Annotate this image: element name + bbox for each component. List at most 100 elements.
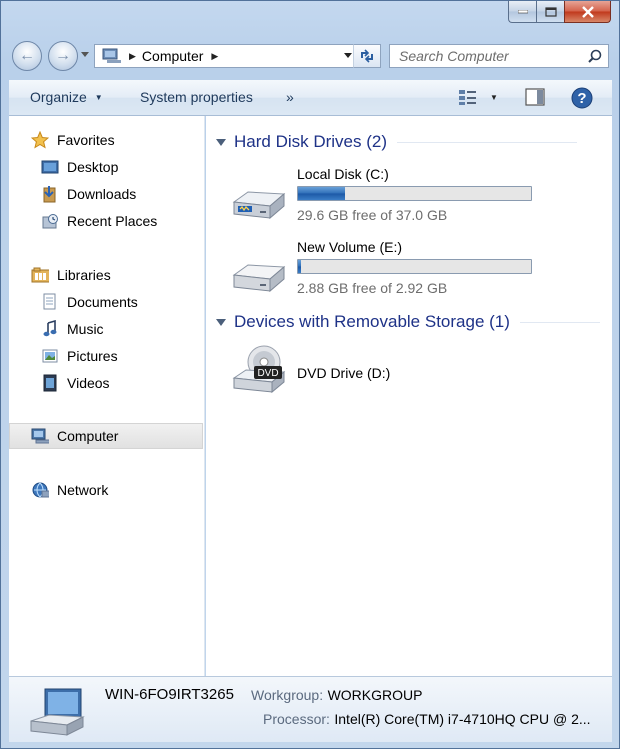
processor-row: Processor: Intel(R) Core(TM) i7-4710HQ C…: [263, 711, 591, 729]
nav-pictures[interactable]: Pictures: [41, 346, 118, 366]
details-pane: WIN-6FO9IRT3265 Workgroup: WORKGROUP Pro…: [9, 676, 612, 742]
system-properties-button[interactable]: System properties: [140, 89, 253, 105]
close-icon: [581, 5, 594, 18]
processor-label: Processor:: [263, 711, 330, 727]
nav-documents[interactable]: Documents: [41, 292, 138, 312]
breadcrumb-separator-icon: ▶: [129, 50, 136, 61]
downloads-icon: [41, 185, 59, 203]
hard-drive-e-icon[interactable]: [230, 257, 286, 300]
drive-c-usage-bar: [297, 186, 532, 201]
nav-downloads-label: Downloads: [67, 186, 137, 202]
drive-c-free-space: 29.6 GB free of 37.0 GB: [297, 207, 448, 223]
nav-desktop[interactable]: Desktop: [41, 157, 118, 177]
nav-libraries[interactable]: Libraries: [31, 265, 111, 285]
pictures-icon: [41, 347, 59, 365]
network-icon: [31, 481, 49, 499]
nav-music-label: Music: [67, 321, 104, 337]
star-icon: [31, 131, 49, 149]
videos-icon: [41, 374, 59, 392]
group-divider: [519, 321, 600, 323]
back-arrow-icon: ←: [19, 47, 35, 64]
nav-downloads[interactable]: Downloads: [41, 184, 136, 204]
minimize-button[interactable]: [508, 1, 536, 23]
nav-videos-label: Videos: [67, 375, 110, 391]
maximize-button[interactable]: [536, 1, 564, 23]
more-commands-button[interactable]: »: [286, 89, 294, 105]
drive-e-usage-fill: [298, 260, 302, 273]
breadcrumb-chevron-icon[interactable]: ▶: [211, 51, 218, 62]
forward-button[interactable]: →: [48, 41, 78, 71]
group-removable-storage[interactable]: Devices with Removable Storage (1): [216, 312, 600, 332]
recent-places-icon: [41, 212, 59, 230]
nav-computer-label: Computer: [57, 428, 119, 444]
breadcrumb-computer[interactable]: Computer: [142, 48, 203, 64]
refresh-button[interactable]: [353, 44, 381, 68]
explorer-window: ← → ▶ Computer ▶ Organize ▼ System prope…: [0, 0, 620, 749]
command-bar: Organize ▼ System properties » ▼ ?: [9, 80, 612, 116]
dvd-drive-name[interactable]: DVD Drive (D:): [297, 365, 390, 381]
computer-name: WIN-6FO9IRT3265: [105, 686, 234, 703]
group-hard-disk-drives-label: Hard Disk Drives (2): [234, 132, 388, 151]
documents-icon: [41, 293, 59, 311]
search-icon[interactable]: [588, 49, 602, 63]
processor-value: Intel(R) Core(TM) i7-4710HQ CPU @ 2...: [334, 711, 591, 727]
drive-c-usage-fill: [298, 187, 345, 200]
hard-drive-c-icon[interactable]: [230, 184, 286, 227]
nav-videos[interactable]: Videos: [41, 373, 110, 393]
content-pane: Hard Disk Drives (2) Local Disk (C:) 29.…: [206, 116, 612, 676]
minimize-icon: [517, 9, 528, 13]
nav-recent-places[interactable]: Recent Places: [41, 211, 157, 231]
drive-e-usage-bar: [297, 259, 532, 274]
view-chevron-down-icon[interactable]: ▼: [490, 93, 498, 102]
address-bar[interactable]: ▶ Computer ▶: [94, 44, 381, 68]
computer-large-icon: [29, 687, 85, 742]
dvd-icon-label: DVD: [257, 368, 278, 379]
workgroup-value: WORKGROUP: [327, 687, 423, 703]
desktop-icon: [41, 158, 59, 176]
organize-chevron-down-icon: ▼: [94, 93, 103, 102]
libraries-icon: [31, 266, 49, 284]
search-box[interactable]: [389, 44, 609, 68]
nav-computer[interactable]: Computer: [31, 426, 118, 446]
preview-pane-icon: [525, 88, 545, 106]
nav-music[interactable]: Music: [41, 319, 104, 339]
recent-pages-dropdown[interactable]: [81, 52, 89, 57]
view-details-icon: [459, 90, 476, 105]
address-dropdown-icon[interactable]: [344, 53, 352, 58]
maximize-icon: [544, 6, 557, 17]
drive-e-free-space: 2.88 GB free of 2.92 GB: [297, 280, 448, 296]
collapse-triangle-icon: [216, 318, 226, 326]
help-button[interactable]: ?: [571, 87, 593, 114]
group-hard-disk-drives[interactable]: Hard Disk Drives (2): [216, 132, 578, 152]
refresh-icon: [361, 49, 373, 63]
organize-label: Organize: [30, 89, 87, 105]
nav-documents-label: Documents: [67, 294, 138, 310]
nav-libraries-label: Libraries: [57, 267, 111, 283]
computer-small-icon: [101, 48, 123, 64]
back-button[interactable]: ←: [12, 41, 42, 71]
nav-pictures-label: Pictures: [67, 348, 118, 364]
help-icon: ?: [571, 87, 593, 109]
group-removable-storage-label: Devices with Removable Storage (1): [234, 312, 510, 331]
drive-c-name[interactable]: Local Disk (C:): [297, 166, 389, 182]
search-input[interactable]: [397, 47, 591, 65]
group-divider: [397, 141, 578, 143]
drive-e-name[interactable]: New Volume (E:): [297, 239, 402, 255]
nav-recent-places-label: Recent Places: [67, 213, 158, 229]
workgroup-row: Workgroup: WORKGROUP: [251, 687, 422, 705]
nav-network[interactable]: Network: [31, 480, 108, 500]
nav-favorites[interactable]: Favorites: [31, 130, 115, 150]
collapse-triangle-icon: [216, 138, 226, 146]
nav-desktop-label: Desktop: [67, 159, 119, 175]
organize-button[interactable]: Organize ▼: [30, 89, 103, 105]
close-button[interactable]: [564, 1, 611, 23]
caption-buttons: [508, 1, 611, 23]
navigation-pane: Favorites Desktop Downloads Recent Place…: [9, 116, 205, 676]
nav-favorites-label: Favorites: [57, 132, 115, 148]
preview-pane-button[interactable]: [525, 88, 545, 111]
change-view-button[interactable]: ▼: [458, 88, 498, 106]
nav-network-label: Network: [57, 482, 109, 498]
dvd-drive-icon[interactable]: DVD: [230, 344, 286, 401]
forward-arrow-icon: →: [55, 47, 71, 64]
svg-text:?: ?: [577, 90, 586, 107]
